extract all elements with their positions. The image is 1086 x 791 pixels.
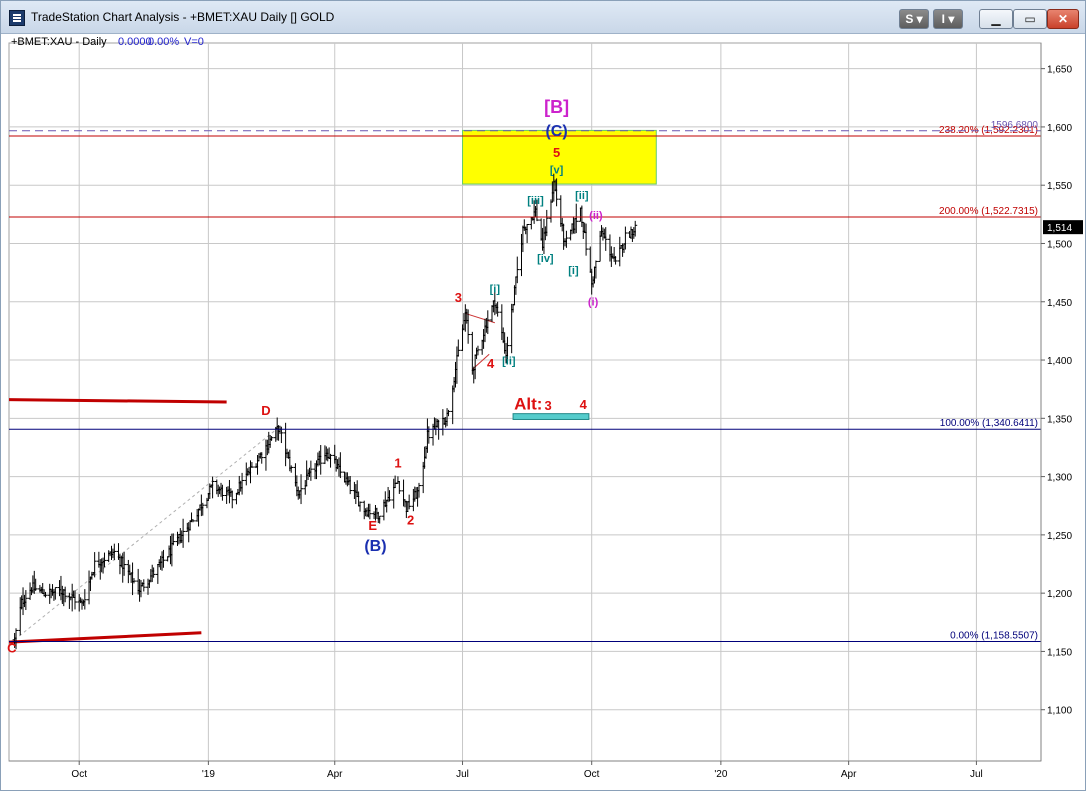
y-tick-label-10: 1,150 <box>1047 647 1072 658</box>
minimize-icon: ▁ <box>991 12 1001 26</box>
wave-label-6: (ii) <box>589 210 603 222</box>
wave-label-3: [v] <box>550 165 564 177</box>
wave-label-1: (C) <box>545 123 567 140</box>
y-tick-label-2: 1,550 <box>1047 181 1072 192</box>
wave-label-17: 1 <box>394 455 401 470</box>
y-tick-label-0: 1,650 <box>1047 65 1072 76</box>
x-tick-label-6: Apr <box>841 769 857 780</box>
wave-label-15: 4 <box>580 397 588 412</box>
symbol-label: +BMET:XAU - Daily <box>11 36 107 48</box>
x-tick-label-5: '20 <box>714 769 727 780</box>
wave-label-19: E <box>368 518 377 533</box>
wave-label-5: [ii] <box>575 190 589 202</box>
x-tick-label-0: Oct <box>71 769 87 780</box>
wave-label-4: [iii] <box>527 195 544 207</box>
fib-label-3: 0.00% (1,158.5507) <box>950 630 1038 641</box>
wave-label-10: [i] <box>490 283 501 295</box>
wave-label-18: 2 <box>407 512 414 527</box>
wave-label-13: [ii] <box>502 356 516 368</box>
tradestation-app-icon <box>9 10 25 26</box>
change-percent: 0.00% <box>148 36 179 48</box>
y-tick-label-7: 1,300 <box>1047 473 1072 484</box>
style-s-button[interactable]: S ▾ <box>899 9 929 29</box>
y-tick-label-3: 1,500 <box>1047 239 1072 250</box>
wave-label-0: [B] <box>544 97 569 117</box>
volume-label: V=0 <box>184 36 204 48</box>
price-chart[interactable]: Alt: 238.20% (1,592.2301)200.00% (1,522.… <box>1 33 1085 790</box>
maximize-button[interactable]: ▭ <box>1013 9 1047 29</box>
fib-label-2: 100.00% (1,340.6411) <box>940 418 1038 429</box>
wave-label-21: C <box>7 641 17 656</box>
y-tick-label-6: 1,350 <box>1047 414 1072 425</box>
y-tick-label-5: 1,400 <box>1047 356 1072 367</box>
close-button[interactable]: ✕ <box>1047 9 1079 29</box>
y-tick-label-4: 1,450 <box>1047 298 1072 309</box>
y-tick-label-8: 1,250 <box>1047 531 1072 542</box>
last-price-text: 1,514 <box>1047 223 1072 234</box>
wave-label-20: (B) <box>364 538 386 555</box>
change-value: 0.0000 <box>118 36 152 48</box>
alt-label: Alt: <box>514 395 542 414</box>
chart-window: TradeStation Chart Analysis - +BMET:XAU … <box>0 0 1086 791</box>
alt-box <box>512 413 590 420</box>
dashed-level-label: 1596.6800 <box>991 120 1039 131</box>
fib-label-1: 200.00% (1,522.7315) <box>939 206 1038 217</box>
minimize-button[interactable]: ▁ <box>979 9 1013 29</box>
wave-label-2: 5 <box>553 145 560 160</box>
close-icon: ✕ <box>1057 12 1069 26</box>
wave-label-9: (i) <box>588 296 599 308</box>
title-bar[interactable]: TradeStation Chart Analysis - +BMET:XAU … <box>1 1 1085 34</box>
x-tick-label-3: Jul <box>456 769 469 780</box>
x-tick-label-1: '19 <box>202 769 215 780</box>
wave-label-14: 3 <box>545 398 552 413</box>
wave-label-8: [i] <box>568 265 579 277</box>
window-title: TradeStation Chart Analysis - +BMET:XAU … <box>31 10 335 24</box>
wave-label-16: D <box>261 403 270 418</box>
x-tick-label-2: Apr <box>327 769 343 780</box>
wave-label-7: [iv] <box>537 253 554 265</box>
y-tick-label-9: 1,200 <box>1047 589 1072 600</box>
wave-label-11: 3 <box>455 290 462 305</box>
wave-label-12: 4 <box>487 356 495 371</box>
indicator-i-button[interactable]: I ▾ <box>933 9 963 29</box>
y-tick-label-11: 1,100 <box>1047 706 1072 717</box>
y-tick-label-1: 1,600 <box>1047 123 1072 134</box>
maximize-icon: ▭ <box>1024 12 1036 26</box>
x-tick-label-7: Jul <box>970 769 983 780</box>
x-tick-label-4: Oct <box>584 769 600 780</box>
